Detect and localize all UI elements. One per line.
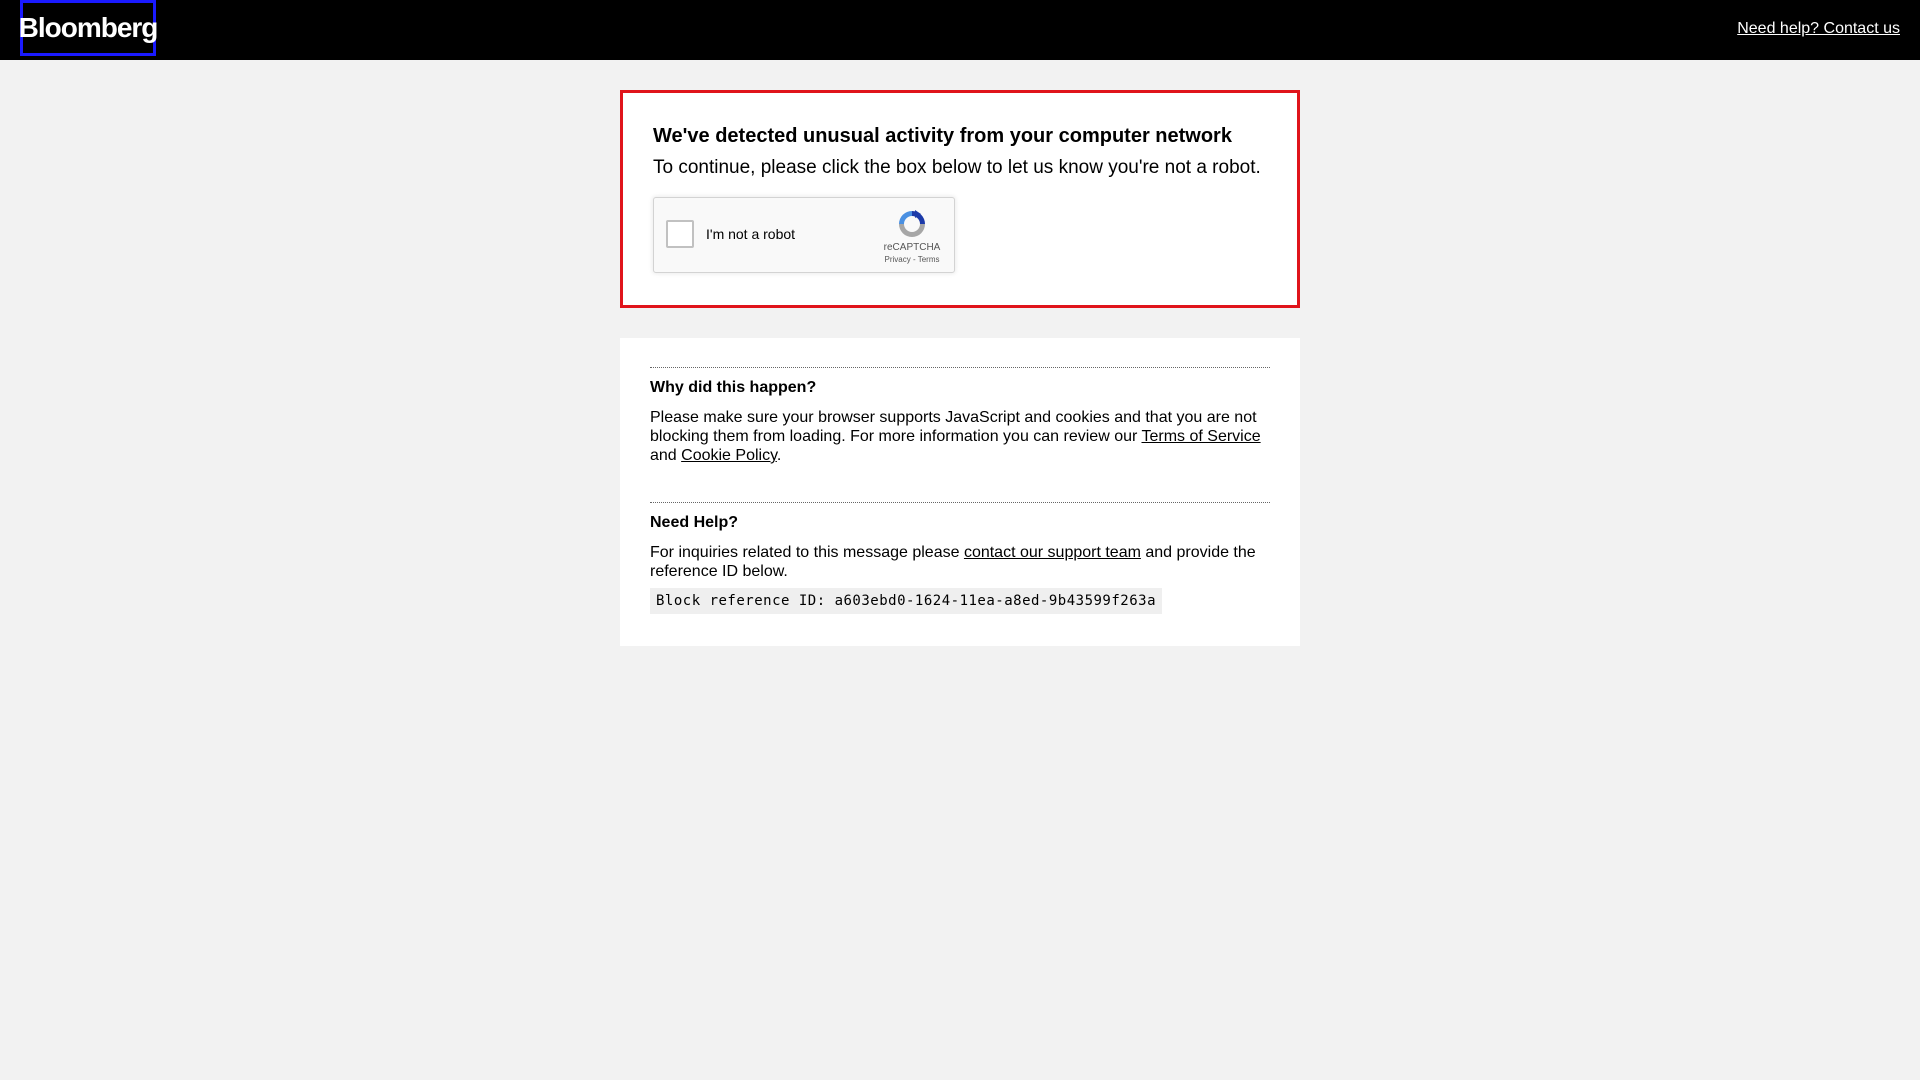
- why-title: Why did this happen?: [650, 379, 817, 396]
- unusual-activity-alert: We've detected unusual activity from you…: [620, 90, 1300, 308]
- captcha-label: I'm not a robot: [706, 226, 796, 242]
- divider: [650, 367, 1270, 368]
- privacy-link[interactable]: Privacy: [885, 255, 911, 264]
- why-text-2: and: [650, 447, 682, 464]
- recaptcha-links: Privacy - Terms: [882, 255, 942, 264]
- top-bar: Bloomberg Need help? Contact us: [0, 0, 1920, 60]
- why-body: Please make sure your browser supports J…: [650, 408, 1275, 465]
- info-card: Why did this happen? Please make sure yo…: [620, 338, 1300, 646]
- why-text-3: .: [776, 447, 782, 464]
- recaptcha-brand: reCAPTCHA: [883, 242, 941, 253]
- cookie-policy-link[interactable]: Cookie Policy: [681, 447, 777, 464]
- recaptcha-icon: [899, 210, 925, 237]
- bloomberg-logo[interactable]: Bloomberg: [19, 0, 158, 56]
- alert-subtitle: To continue, please click the box below …: [653, 157, 1261, 178]
- terms-of-service-link[interactable]: Terms of Service: [1141, 428, 1260, 445]
- recaptcha-logo: reCAPTCHA Privacy - Terms: [882, 208, 942, 264]
- captcha-checkbox[interactable]: [666, 220, 694, 248]
- recaptcha-widget: I'm not a robot reCAPTCHA Privacy - Term…: [653, 197, 955, 273]
- contact-us-link[interactable]: Need help? Contact us: [1737, 20, 1900, 38]
- links-separator: -: [910, 255, 918, 264]
- contact-support-link[interactable]: contact our support team: [964, 544, 1141, 561]
- terms-link[interactable]: Terms: [918, 255, 940, 264]
- need-help-title: Need Help?: [650, 514, 739, 531]
- alert-title: We've detected unusual activity from you…: [653, 125, 1232, 147]
- divider: [650, 502, 1270, 503]
- help-text-1: For inquiries related to this message pl…: [650, 544, 964, 561]
- block-reference-id: Block reference ID: a603ebd0-1624-11ea-a…: [650, 588, 1163, 614]
- need-help-body: For inquiries related to this message pl…: [650, 543, 1275, 581]
